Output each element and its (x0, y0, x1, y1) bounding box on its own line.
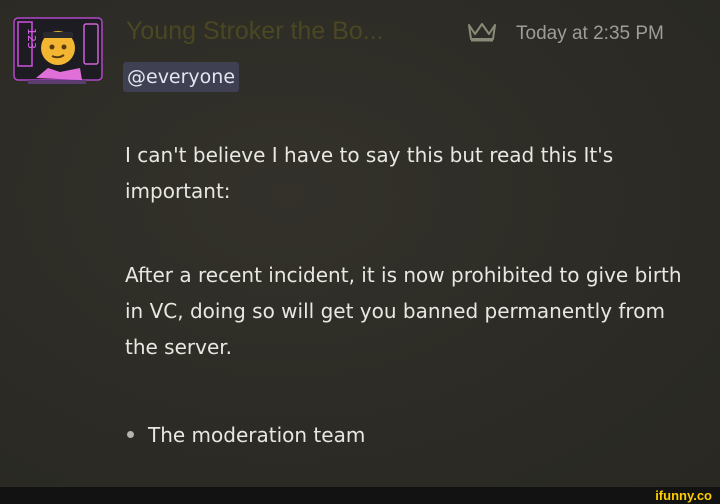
timestamp[interactable]: Today at 2:35 PM (516, 23, 664, 45)
signoff-text: The moderation team (148, 423, 366, 447)
avatar-badge-text: 123 (25, 28, 38, 49)
message-paragraph-2: After a recent incident, it is now prohi… (125, 263, 682, 359)
chat-message: 123 Young Stroker the Bo... Today at 2:3… (0, 0, 720, 487)
avatar[interactable]: 123 (8, 10, 108, 92)
signoff-line: The moderation team (125, 417, 365, 453)
bullet-icon (127, 431, 134, 438)
everyone-mention[interactable]: @everyone (123, 62, 240, 92)
crown-icon (467, 21, 497, 43)
message-paragraph-1: I can't believe I have to say this but r… (125, 143, 614, 203)
ifunny-watermark: ifunny.co (655, 488, 712, 503)
watermark-bar (0, 487, 720, 504)
author-name[interactable]: Young Stroker the Bo... (126, 17, 384, 46)
avatar-image: 123 (13, 17, 103, 84)
